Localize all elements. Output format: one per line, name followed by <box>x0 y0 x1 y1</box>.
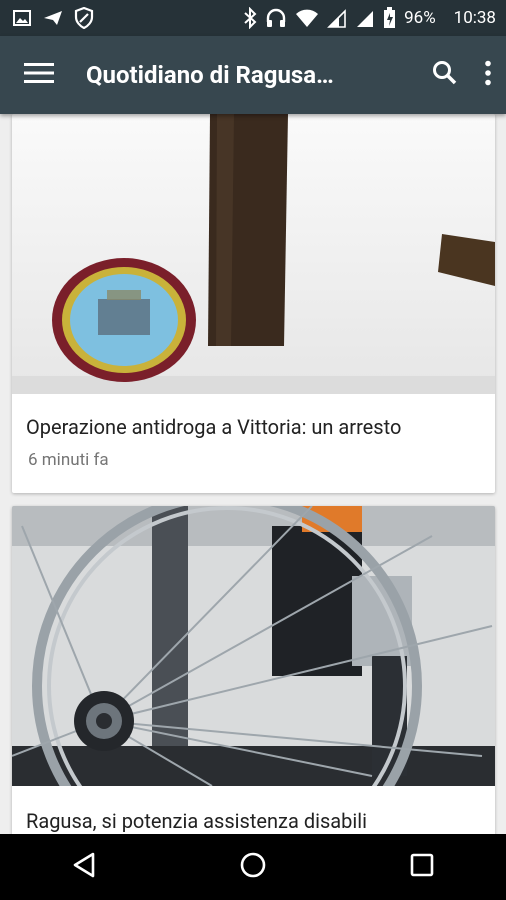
notification-icons <box>12 7 94 29</box>
recents-icon[interactable] <box>409 852 435 882</box>
menu-icon[interactable] <box>24 62 54 88</box>
more-vert-icon[interactable] <box>484 60 492 90</box>
article-card[interactable]: Ragusa, si potenzia assistenza disabili <box>12 506 495 834</box>
clock: 10:38 <box>453 8 496 28</box>
app-bar: Quotidiano di Ragusa… <box>0 36 506 114</box>
wifi-icon <box>295 8 319 28</box>
battery-level: 96% <box>404 8 436 28</box>
search-icon[interactable] <box>432 60 458 90</box>
app-title: Quotidiano di Ragusa… <box>86 61 334 89</box>
status-bar: 96% 10:38 <box>0 0 506 36</box>
battery-icon <box>383 7 396 29</box>
article-card[interactable]: Operazione antidroga a Vittoria: un arre… <box>12 114 495 493</box>
article-time: 6 minuti fa <box>28 450 109 470</box>
image-icon <box>12 8 32 28</box>
article-list: Operazione antidroga a Vittoria: un arre… <box>0 114 506 834</box>
back-icon[interactable] <box>71 851 97 883</box>
article-headline[interactable]: Ragusa, si potenzia assistenza disabili <box>12 808 495 834</box>
shield-icon <box>74 7 94 29</box>
system-icons: 96% 10:38 <box>243 7 496 29</box>
send-icon <box>42 8 64 28</box>
article-image <box>12 506 495 786</box>
signal-icon <box>355 8 375 28</box>
bluetooth-icon <box>243 7 257 29</box>
navigation-bar <box>0 834 506 900</box>
home-icon[interactable] <box>239 851 267 883</box>
article-headline[interactable]: Operazione antidroga a Vittoria: un arre… <box>12 414 495 440</box>
article-image <box>12 114 495 394</box>
headphones-icon <box>265 8 287 28</box>
signal-icon <box>327 8 347 28</box>
